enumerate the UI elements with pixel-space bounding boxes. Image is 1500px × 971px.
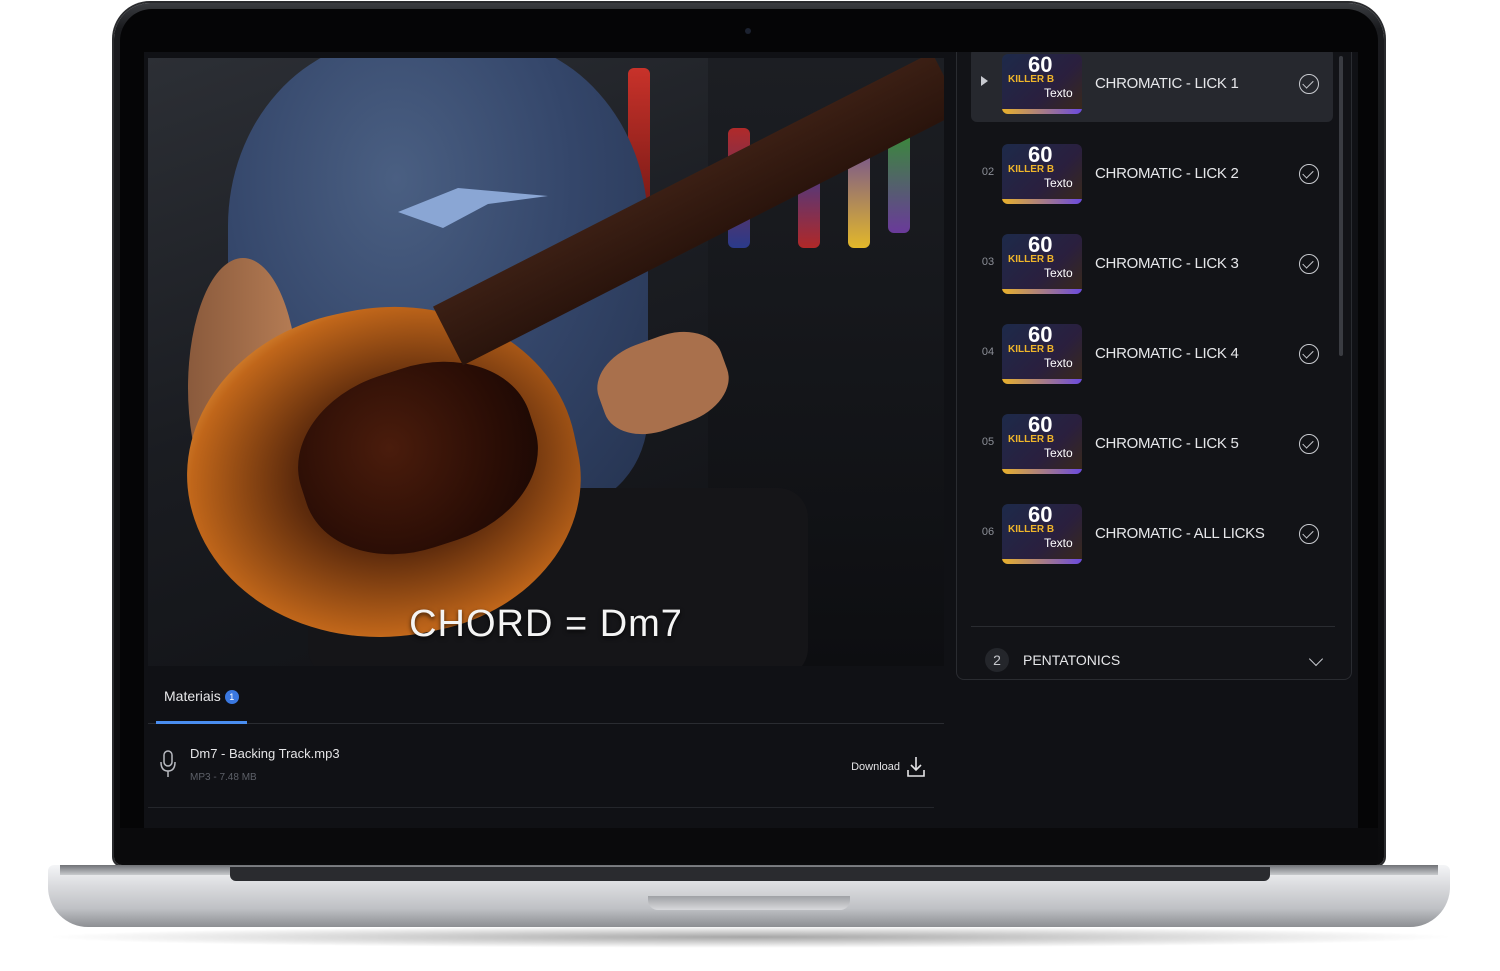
thumb-overlay-text: Texto	[1044, 536, 1073, 550]
play-icon	[981, 76, 988, 86]
lesson-thumbnail: 60 KILLER B Texto	[1002, 504, 1082, 564]
tab-label: Materiais	[164, 688, 221, 704]
thumb-overlay-text: Texto	[1044, 176, 1073, 190]
lesson-thumbnail: 60 KILLER B Texto	[1002, 324, 1082, 384]
lesson-thumbnail: 60 KILLER B Texto	[1002, 234, 1082, 294]
thumb-title: KILLER B	[1008, 74, 1055, 85]
section-number: 2	[985, 648, 1009, 672]
lesson-thumbnail: 60 KILLER B Texto	[1002, 144, 1082, 204]
video-caption: CHORD = Dm7	[409, 603, 683, 645]
download-icon	[907, 757, 925, 777]
lesson-title: CHROMATIC - LICK 3	[1095, 255, 1239, 272]
laptop-mockup: CHORD = Dm7 Materiais 1 Dm7 - Backing Tra…	[0, 0, 1500, 971]
check-circle-icon[interactable]	[1299, 74, 1319, 94]
lesson-item-4[interactable]: 04 60 KILLER B Texto CHROMATIC - LICK 4	[971, 318, 1333, 392]
screen-chin	[120, 828, 1378, 862]
check-circle-icon[interactable]	[1299, 254, 1319, 274]
lesson-thumbnail: 60 KILLER B Texto	[1002, 54, 1082, 114]
thumb-bar	[1002, 559, 1082, 564]
figurine	[888, 133, 910, 233]
check-circle-icon[interactable]	[1299, 164, 1319, 184]
camera-icon	[745, 28, 751, 34]
thumb-title: KILLER B	[1008, 524, 1055, 535]
lesson-number: 04	[981, 346, 995, 358]
thumb-overlay-text: Texto	[1044, 356, 1073, 370]
lesson-thumbnail: 60 KILLER B Texto	[1002, 414, 1082, 474]
microphone-icon	[160, 750, 176, 777]
check-circle-icon[interactable]	[1299, 434, 1319, 454]
thumb-overlay-text: Texto	[1044, 446, 1073, 460]
lesson-title: CHROMATIC - LICK 5	[1095, 435, 1239, 452]
thumb-bar	[1002, 469, 1082, 474]
tab-materiais[interactable]: Materiais 1	[156, 682, 247, 724]
tab-count-badge: 1	[224, 690, 239, 704]
thumb-title: KILLER B	[1008, 344, 1055, 355]
thumb-bar	[1002, 379, 1082, 384]
lesson-item-6[interactable]: 06 60 KILLER B Texto CHROMATIC - ALL LIC…	[971, 498, 1333, 572]
section-header-pentatonics[interactable]: 2 PENTATONICS	[971, 638, 1335, 678]
lesson-title: CHROMATIC - LICK 4	[1095, 345, 1239, 362]
thumb-title: KILLER B	[1008, 434, 1055, 445]
lesson-item-5[interactable]: 05 60 KILLER B Texto CHROMATIC - LICK 5	[971, 408, 1333, 482]
lesson-sidebar: 60 KILLER B Texto CHROMATIC - LICK 1 02 …	[956, 52, 1352, 680]
download-button[interactable]: Download	[851, 754, 926, 780]
thumb-bar	[1002, 289, 1082, 294]
lesson-number: 02	[981, 166, 995, 178]
lid-notch	[648, 896, 850, 910]
thumb-overlay-text: Texto	[1044, 86, 1073, 100]
file-name: Dm7 - Backing Track.mp3	[190, 746, 340, 761]
chevron-down-icon[interactable]	[1308, 651, 1324, 667]
screen: CHORD = Dm7 Materiais 1 Dm7 - Backing Tra…	[144, 52, 1358, 828]
thumb-title: KILLER B	[1008, 164, 1055, 175]
lesson-number: 05	[981, 436, 995, 448]
section-title: PENTATONICS	[1023, 652, 1121, 668]
check-circle-icon[interactable]	[1299, 344, 1319, 364]
materials-tabs: Materiais 1	[148, 682, 944, 724]
section-divider	[971, 626, 1335, 627]
lesson-title: CHROMATIC - LICK 1	[1095, 75, 1239, 92]
thumb-title: KILLER B	[1008, 254, 1055, 265]
lesson-item-1[interactable]: 60 KILLER B Texto CHROMATIC - LICK 1	[971, 52, 1333, 122]
file-meta: MP3 - 7.48 MB	[190, 772, 257, 783]
laptop-shadow	[40, 926, 1460, 948]
lesson-item-3[interactable]: 03 60 KILLER B Texto CHROMATIC - LICK 3	[971, 228, 1333, 302]
lesson-item-2[interactable]: 02 60 KILLER B Texto CHROMATIC - LICK 2	[971, 138, 1333, 212]
lesson-title: CHROMATIC - ALL LICKS	[1095, 525, 1265, 542]
lesson-title: CHROMATIC - LICK 2	[1095, 165, 1239, 182]
sidebar-scrollbar[interactable]	[1339, 56, 1343, 356]
thumb-bar	[1002, 109, 1082, 114]
check-circle-icon[interactable]	[1299, 524, 1319, 544]
thumb-bar	[1002, 199, 1082, 204]
material-file-row: Dm7 - Backing Track.mp3 MP3 - 7.48 MB Do…	[148, 732, 934, 808]
lesson-number: 03	[981, 256, 995, 268]
thumb-overlay-text: Texto	[1044, 266, 1073, 280]
download-label: Download	[851, 761, 900, 773]
lesson-number: 06	[981, 526, 995, 538]
keyboard-edge	[230, 867, 1270, 881]
video-player[interactable]: CHORD = Dm7	[148, 58, 944, 666]
